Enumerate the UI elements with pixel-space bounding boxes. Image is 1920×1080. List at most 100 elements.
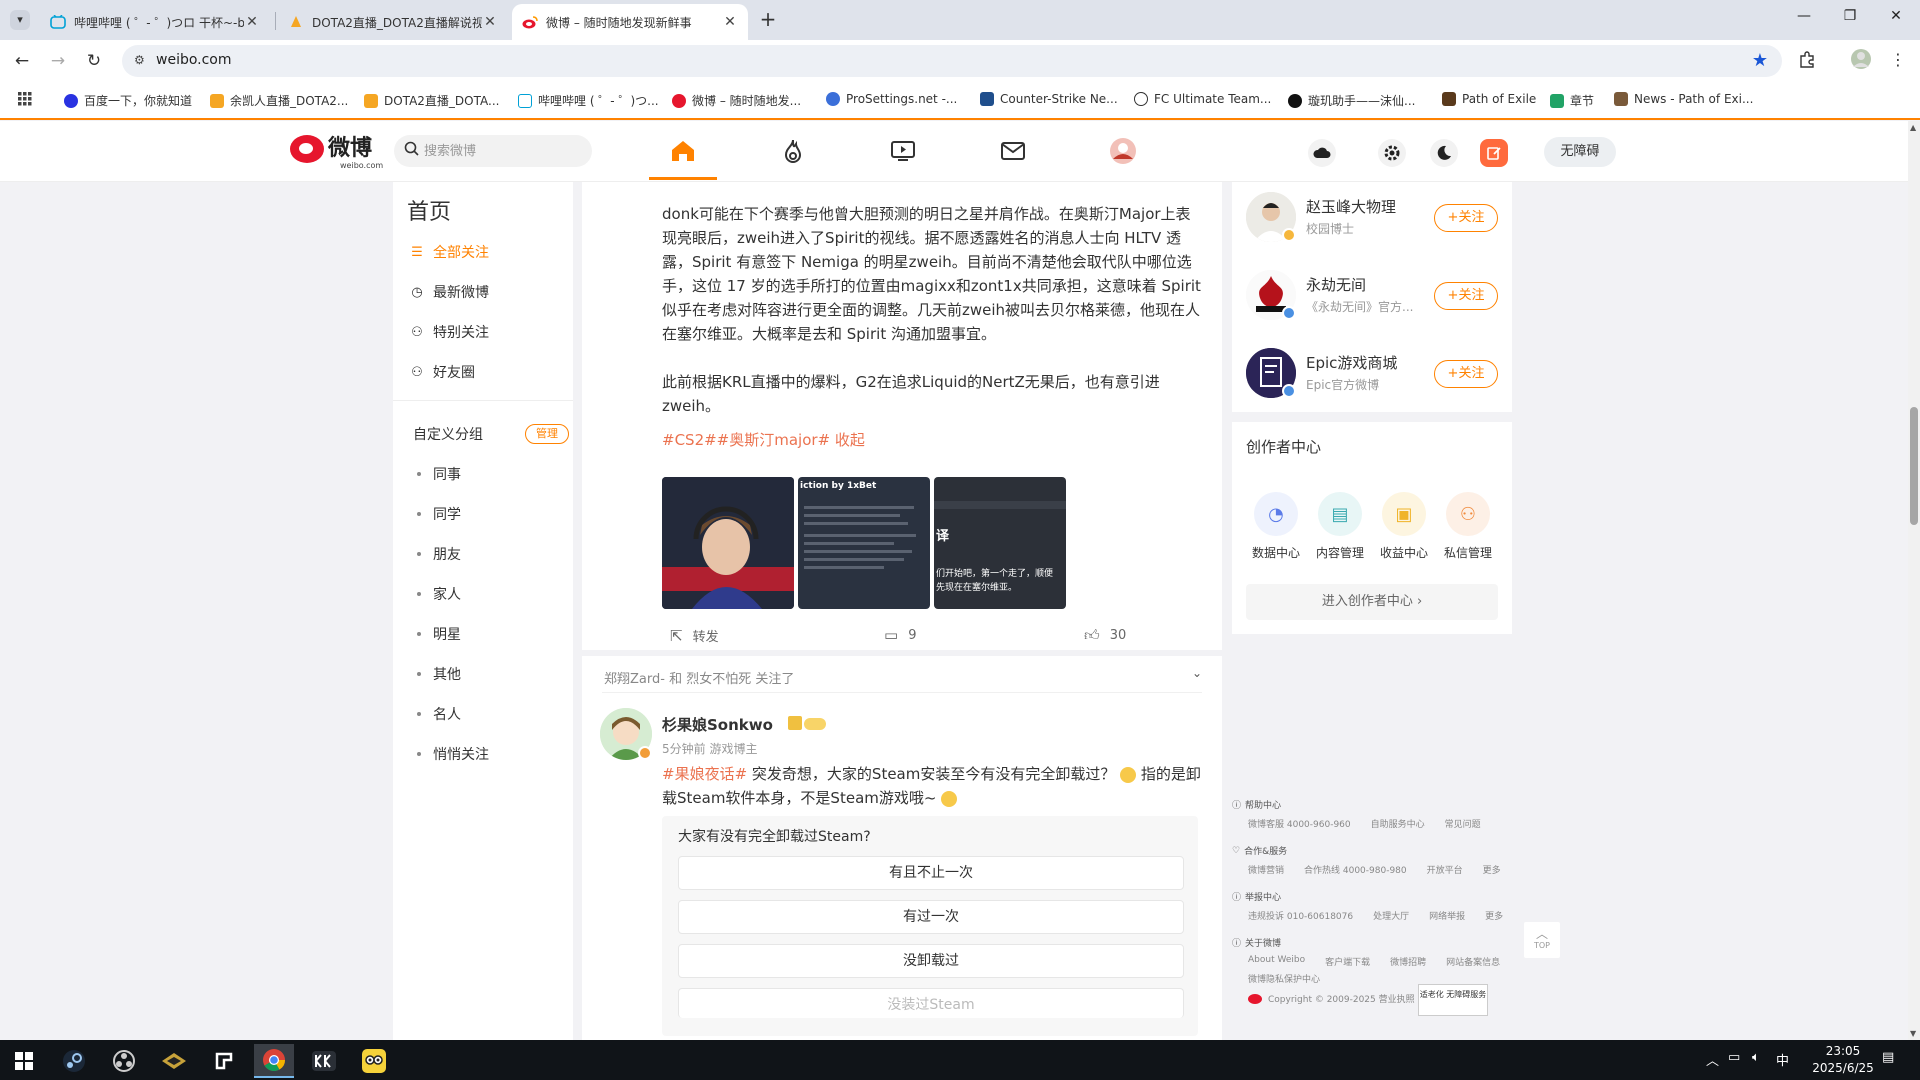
- follow-button[interactable]: +关注: [1434, 360, 1498, 388]
- group-item[interactable]: 同事: [417, 464, 461, 484]
- obs-icon[interactable]: [104, 1044, 144, 1078]
- group-item[interactable]: 明星: [417, 624, 461, 644]
- close-tab-icon[interactable]: ✕: [722, 14, 738, 30]
- user-name[interactable]: 永劫无间: [1306, 274, 1366, 295]
- close-tab-icon[interactable]: ✕: [244, 14, 260, 30]
- bookmark-fc-ultimate[interactable]: FC Ultimate Team...: [1134, 92, 1271, 106]
- tray-expand-icon[interactable]: ︿: [1706, 1050, 1719, 1069]
- repost-button[interactable]: ⇱ 转发: [670, 626, 719, 646]
- apps-grid-icon[interactable]: [18, 92, 32, 106]
- nav-profile-avatar[interactable]: [1107, 137, 1139, 165]
- ime-indicator[interactable]: 中: [1776, 1050, 1789, 1069]
- post-image-thumbnail[interactable]: [662, 477, 794, 609]
- group-item[interactable]: 其他: [417, 664, 461, 684]
- poll-option[interactable]: 有过一次: [678, 900, 1184, 934]
- group-item[interactable]: 名人: [417, 704, 461, 724]
- follow-button[interactable]: +关注: [1434, 204, 1498, 232]
- perfect-world-icon[interactable]: [154, 1044, 194, 1078]
- page-scrollbar[interactable]: ▲ ▼: [1908, 121, 1920, 1040]
- post-hashtags[interactable]: #CS2##奥斯汀major#: [662, 431, 830, 449]
- nav-message-icon[interactable]: [997, 137, 1029, 165]
- close-window-icon[interactable]: ✕: [1876, 8, 1916, 32]
- bookmark-poe-news[interactable]: News - Path of Exi...: [1614, 92, 1753, 106]
- creator-item-content[interactable]: ▤ 内容管理: [1310, 492, 1370, 561]
- footer-link[interactable]: 客户端下载: [1325, 955, 1370, 968]
- sidebar-item-all-following[interactable]: ☰ 全部关注: [409, 242, 489, 262]
- follow-button[interactable]: +关注: [1434, 282, 1498, 310]
- bookmark-douyu-1[interactable]: 余凯人直播_DOTA2...: [210, 92, 348, 109]
- back-icon[interactable]: ←: [10, 50, 34, 74]
- tab-search-dropdown[interactable]: ▾: [10, 10, 30, 30]
- weather-cloud-icon[interactable]: [1308, 139, 1336, 167]
- system-clock[interactable]: 23:05 2025/6/25: [1808, 1043, 1878, 1077]
- post-image-thumbnail[interactable]: iction by 1xBet: [798, 477, 930, 609]
- footer-link[interactable]: 微博营销: [1248, 863, 1284, 876]
- wegame-icon[interactable]: [204, 1044, 244, 1078]
- creator-item-income[interactable]: ▣ 收益中心: [1374, 492, 1434, 561]
- tab-dota2[interactable]: DOTA2直播_DOTA2直播解说视 ✕: [278, 4, 508, 40]
- network-icon[interactable]: ▭: [1728, 1050, 1740, 1065]
- poll-option[interactable]: 没卸载过: [678, 944, 1184, 978]
- reload-icon[interactable]: ↻: [82, 50, 106, 74]
- scroll-down-arrow-icon[interactable]: ▼: [1910, 1029, 1916, 1038]
- footer-link[interactable]: 微博招聘: [1390, 955, 1426, 968]
- creator-item-dm[interactable]: ⚇ 私信管理: [1438, 492, 1498, 561]
- like-button[interactable]: 👍︎ 30: [1084, 626, 1126, 645]
- comment-button[interactable]: ▭ 9: [884, 626, 916, 644]
- steam-icon[interactable]: [54, 1044, 94, 1078]
- new-tab-button[interactable]: +: [756, 8, 780, 32]
- bookmark-weibo[interactable]: 微博 – 随时随地发...: [672, 92, 801, 109]
- nav-video-icon[interactable]: [887, 137, 919, 165]
- creator-item-data[interactable]: ◔ 数据中心: [1246, 492, 1306, 561]
- volume-icon[interactable]: 🔈︎: [1752, 1050, 1760, 1065]
- bookmark-prosettings[interactable]: ProSettings.net -...: [826, 92, 957, 106]
- close-tab-icon[interactable]: ✕: [482, 14, 498, 30]
- search-input[interactable]: [424, 140, 584, 162]
- group-item[interactable]: 同学: [417, 504, 461, 524]
- nav-hot-icon[interactable]: [777, 137, 809, 165]
- windows-start-icon[interactable]: [4, 1044, 44, 1078]
- weibo-logo[interactable]: 微博 weibo.com: [290, 135, 383, 170]
- footer-link[interactable]: 更多: [1485, 909, 1503, 922]
- post-menu-chevron-icon[interactable]: ⌄: [1192, 666, 1202, 680]
- bookmark-baidu[interactable]: 百度一下，你就知道: [64, 92, 192, 109]
- kook-icon[interactable]: [304, 1044, 344, 1078]
- footer-link[interactable]: About Weibo: [1248, 955, 1305, 968]
- bookmark-path-of-exile[interactable]: Path of Exile: [1442, 92, 1536, 106]
- scrollbar-thumb[interactable]: [1910, 407, 1918, 525]
- footer-link[interactable]: 微博客服 4000-960-960: [1248, 817, 1351, 830]
- chrome-taskbar-icon[interactable]: [254, 1044, 294, 1078]
- footer-link[interactable]: 自助服务中心: [1371, 817, 1425, 830]
- bookmark-chapter[interactable]: 章节: [1550, 92, 1594, 109]
- bookmark-star-icon[interactable]: ★: [1752, 50, 1768, 71]
- footer-link[interactable]: 违规投诉 010-60618076: [1248, 909, 1353, 922]
- minimize-icon[interactable]: —: [1784, 8, 1824, 32]
- elder-accessibility-badge[interactable]: 适老化 无障碍服务: [1418, 984, 1488, 1016]
- post-image-thumbnail[interactable]: 译 们开始吧，第一个走了，顺便 先现在在塞尔维亚。: [934, 477, 1066, 609]
- post-author[interactable]: 杉果娘Sonkwo: [662, 714, 773, 735]
- tab-bilibili[interactable]: 哔哩哔哩 ( ゜- ゜)つロ 干杯~-bili ✕: [40, 4, 270, 40]
- footer-link[interactable]: 合作热线 4000-980-980: [1304, 863, 1407, 876]
- chrome-menu-icon[interactable]: ⋮: [1890, 50, 1906, 69]
- user-name[interactable]: Epic游戏商城: [1306, 352, 1397, 373]
- manage-groups-button[interactable]: 管理: [525, 424, 569, 444]
- bookmark-counter-strike[interactable]: Counter-Strike Ne...: [980, 92, 1118, 106]
- footer-link[interactable]: 更多: [1483, 863, 1501, 876]
- sidebar-item-friends[interactable]: ⚇ 好友圈: [409, 362, 475, 382]
- nav-home-icon[interactable]: [649, 137, 717, 180]
- group-item[interactable]: 朋友: [417, 544, 461, 564]
- weibo-search-box[interactable]: [394, 135, 592, 167]
- post-hashtag[interactable]: #果娘夜话#: [662, 765, 747, 783]
- group-item[interactable]: 家人: [417, 584, 461, 604]
- sidebar-item-special[interactable]: ⚇ 特别关注: [409, 322, 489, 342]
- restore-icon[interactable]: ❐: [1830, 8, 1870, 32]
- game-helper-owl-icon[interactable]: [354, 1044, 394, 1078]
- footer-link[interactable]: 网络举报: [1429, 909, 1465, 922]
- scroll-up-arrow-icon[interactable]: ▲: [1910, 123, 1916, 132]
- footer-link[interactable]: 处理大厅: [1373, 909, 1409, 922]
- url-text[interactable]: weibo.com: [156, 52, 232, 68]
- bookmark-xuanji[interactable]: 璇玑助手——沫仙...: [1288, 92, 1415, 109]
- compose-post-icon[interactable]: [1480, 139, 1508, 167]
- footer-link[interactable]: 常见问题: [1445, 817, 1481, 830]
- footer-link[interactable]: 微博隐私保护中心: [1248, 972, 1320, 985]
